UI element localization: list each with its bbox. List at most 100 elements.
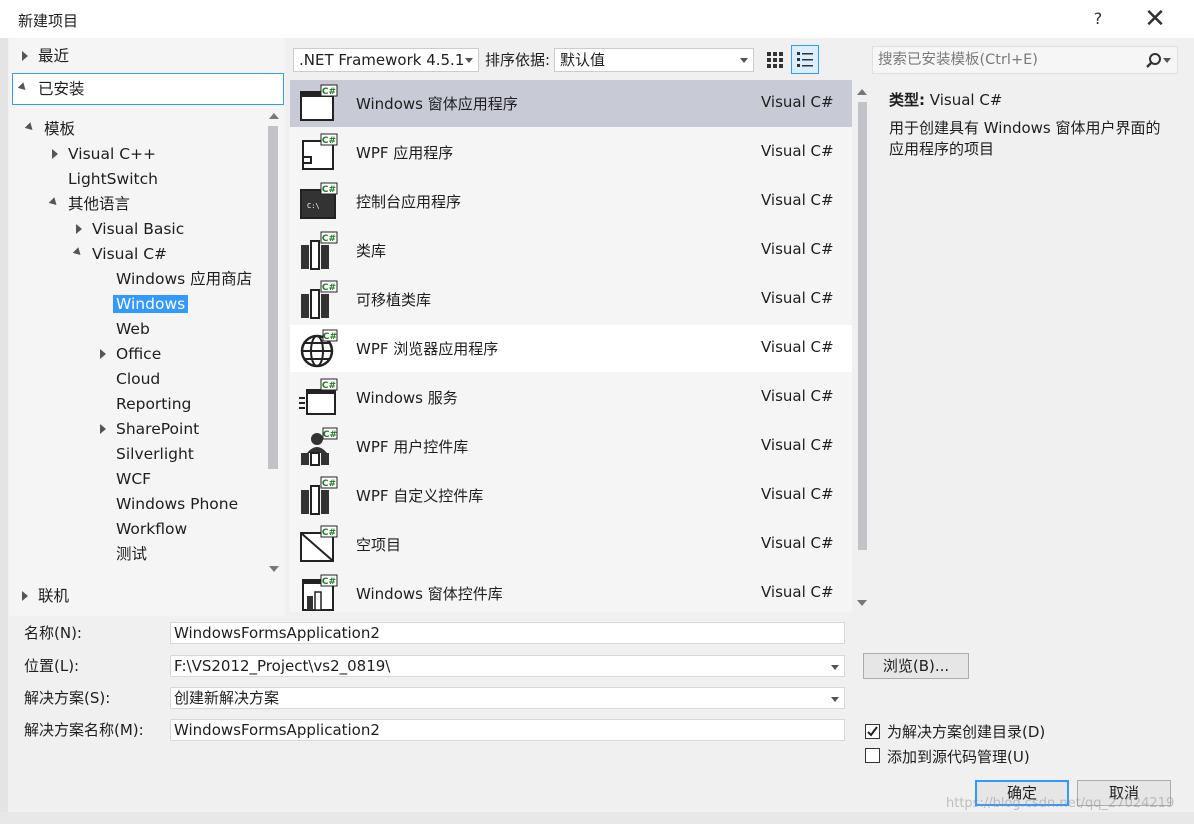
template-item-windows-service[interactable]: C# Windows 服务 Visual C# — [290, 374, 852, 421]
tree-item-label: Windows Phone — [116, 495, 239, 513]
tree-item-label: 其他语言 — [68, 195, 131, 213]
list-view-button[interactable] — [791, 45, 819, 74]
type-label: 类型: — [889, 91, 925, 109]
framework-value: .NET Framework 4.5.1 — [299, 51, 465, 69]
scroll-up-icon[interactable] — [269, 113, 279, 119]
solution-combo[interactable]: 创建新解决方案 — [170, 687, 845, 709]
add-scc-checkbox[interactable] — [865, 748, 880, 763]
browse-button[interactable]: 浏览(B)... — [863, 653, 969, 679]
template-item-windows-forms-control-library[interactable]: C# Windows 窗体控件库 Visual C# — [290, 570, 852, 612]
expand-arrow-icon[interactable] — [22, 591, 28, 601]
tree-item-windows-phone[interactable]: Windows Phone — [116, 492, 238, 516]
tree-item-lightswitch[interactable]: LightSwitch — [68, 167, 158, 191]
svg-text:C#: C# — [322, 283, 336, 293]
template-item-wpf-browser-app[interactable]: C# WPF 浏览器应用程序 Visual C# — [290, 325, 852, 372]
template-item-portable-library[interactable]: C# 可移植类库 Visual C# — [290, 276, 852, 323]
template-item-wpf-app[interactable]: C# WPF 应用程序 Visual C# — [290, 129, 852, 176]
search-input[interactable] — [878, 50, 1140, 70]
create-dir-label[interactable]: 为解决方案创建目录(D) — [887, 721, 1045, 742]
tree-item-cloud[interactable]: Cloud — [116, 367, 160, 391]
location-combo[interactable]: F:\VS2012_Project\vs2_0819\ — [170, 655, 845, 677]
sort-value: 默认值 — [560, 51, 606, 69]
collapse-arrow-icon[interactable] — [17, 82, 29, 93]
tree-item-label: Windows — [113, 295, 189, 313]
left-window-edge — [0, 38, 8, 824]
custom-control-library-icon: C# — [301, 476, 338, 515]
chevron-down-icon[interactable] — [831, 665, 839, 670]
tree-item-windows-store[interactable]: Windows 应用商店 — [116, 267, 252, 291]
tree-item-label: Office — [116, 345, 162, 363]
tree-scrollbar-thumb[interactable] — [268, 126, 278, 469]
template-language: Visual C# — [761, 93, 834, 111]
windows-forms-icon: C# — [300, 84, 338, 121]
tree-item-test[interactable]: 测试 — [116, 542, 147, 566]
template-item-wpf-custom-control-library[interactable]: C# WPF 自定义控件库 Visual C# — [290, 472, 852, 519]
expand-arrow-icon[interactable] — [100, 424, 106, 434]
svg-text:C#: C# — [322, 185, 336, 195]
template-item-console-app[interactable]: C:\ C# 控制台应用程序 Visual C# — [290, 178, 852, 225]
chevron-down-icon[interactable] — [831, 697, 839, 702]
forms-control-library-icon: C# — [302, 574, 338, 611]
tree-item-silverlight[interactable]: Silverlight — [116, 442, 194, 466]
create-dir-checkbox[interactable] — [865, 724, 880, 739]
search-box[interactable] — [872, 46, 1178, 74]
template-name: WPF 应用程序 — [356, 144, 454, 162]
chevron-down-icon[interactable] — [1163, 58, 1171, 63]
template-name: Windows 窗体控件库 — [356, 585, 503, 603]
sort-select[interactable]: 默认值 — [554, 48, 754, 72]
tree-item-windows[interactable]: Windows — [113, 292, 189, 316]
tree-item-wcf[interactable]: WCF — [116, 467, 151, 491]
globe-icon: C# — [300, 329, 338, 368]
grid-view-button[interactable] — [763, 47, 787, 73]
svg-text:C#: C# — [322, 577, 336, 587]
tree-item-label: 联机 — [38, 587, 70, 605]
template-name: WPF 自定义控件库 — [356, 487, 484, 505]
tree-item-reporting[interactable]: Reporting — [116, 392, 191, 416]
tree-item-installed[interactable]: 已安装 — [12, 73, 284, 105]
list-scroll-down-icon[interactable] — [857, 600, 867, 606]
framework-select[interactable]: .NET Framework 4.5.1 — [293, 48, 479, 72]
tree-item-label: Windows 应用商店 — [116, 270, 253, 288]
template-item-wpf-user-control-library[interactable]: C# WPF 用户控件库 Visual C# — [290, 423, 852, 470]
template-item-windows-forms[interactable]: C# Windows 窗体应用程序 Visual C# — [290, 80, 852, 127]
tree-item-web[interactable]: Web — [116, 317, 150, 341]
expand-arrow-icon[interactable] — [22, 51, 28, 61]
console-app-icon: C:\ C# — [300, 182, 338, 219]
name-input[interactable] — [170, 622, 845, 644]
empty-project-icon: C# — [300, 525, 338, 562]
close-button[interactable]: ✕ — [1140, 4, 1170, 34]
checkmark-icon — [867, 726, 878, 737]
solution-name-input[interactable] — [170, 719, 845, 741]
grid-view-icon — [767, 52, 783, 68]
svg-text:C#: C# — [322, 381, 336, 391]
scroll-down-icon[interactable] — [269, 566, 279, 572]
add-scc-label[interactable]: 添加到源代码管理(U) — [887, 746, 1030, 767]
list-scrollbar-thumb[interactable] — [858, 102, 867, 550]
expand-arrow-icon[interactable] — [100, 349, 106, 359]
tree-item-workflow[interactable]: Workflow — [116, 517, 187, 541]
location-label: 位置(L): — [24, 657, 80, 675]
expand-arrow-icon[interactable] — [76, 224, 82, 234]
template-language: Visual C# — [761, 240, 834, 258]
tree-item-label: Cloud — [116, 370, 161, 388]
list-scroll-up-icon[interactable] — [857, 89, 867, 95]
portable-library-icon: C# — [301, 280, 338, 319]
template-item-empty-project[interactable]: C# 空项目 Visual C# — [290, 521, 852, 568]
tree-item-label: Silverlight — [116, 445, 194, 463]
type-value: Visual C# — [929, 91, 1003, 109]
template-item-class-library[interactable]: C# 类库 Visual C# — [290, 227, 852, 274]
svg-text:C#: C# — [322, 234, 336, 244]
class-library-icon: C# — [301, 231, 338, 270]
watermark-text: https://blog.csdn.net/qq_27024219 — [946, 796, 1175, 811]
tree-item-label: WCF — [116, 470, 152, 488]
template-language: Visual C# — [761, 436, 834, 454]
tree-item-label: 测试 — [116, 545, 148, 563]
svg-text:C:\: C:\ — [307, 202, 320, 210]
help-button[interactable]: ? — [1085, 6, 1111, 32]
solution-name-label: 解决方案名称(M): — [24, 721, 144, 739]
template-name: WPF 用户控件库 — [356, 438, 469, 456]
search-icon[interactable] — [1145, 52, 1163, 70]
expand-arrow-icon[interactable] — [52, 149, 58, 159]
svg-text:C#: C# — [322, 479, 336, 489]
template-name: 类库 — [356, 242, 387, 260]
